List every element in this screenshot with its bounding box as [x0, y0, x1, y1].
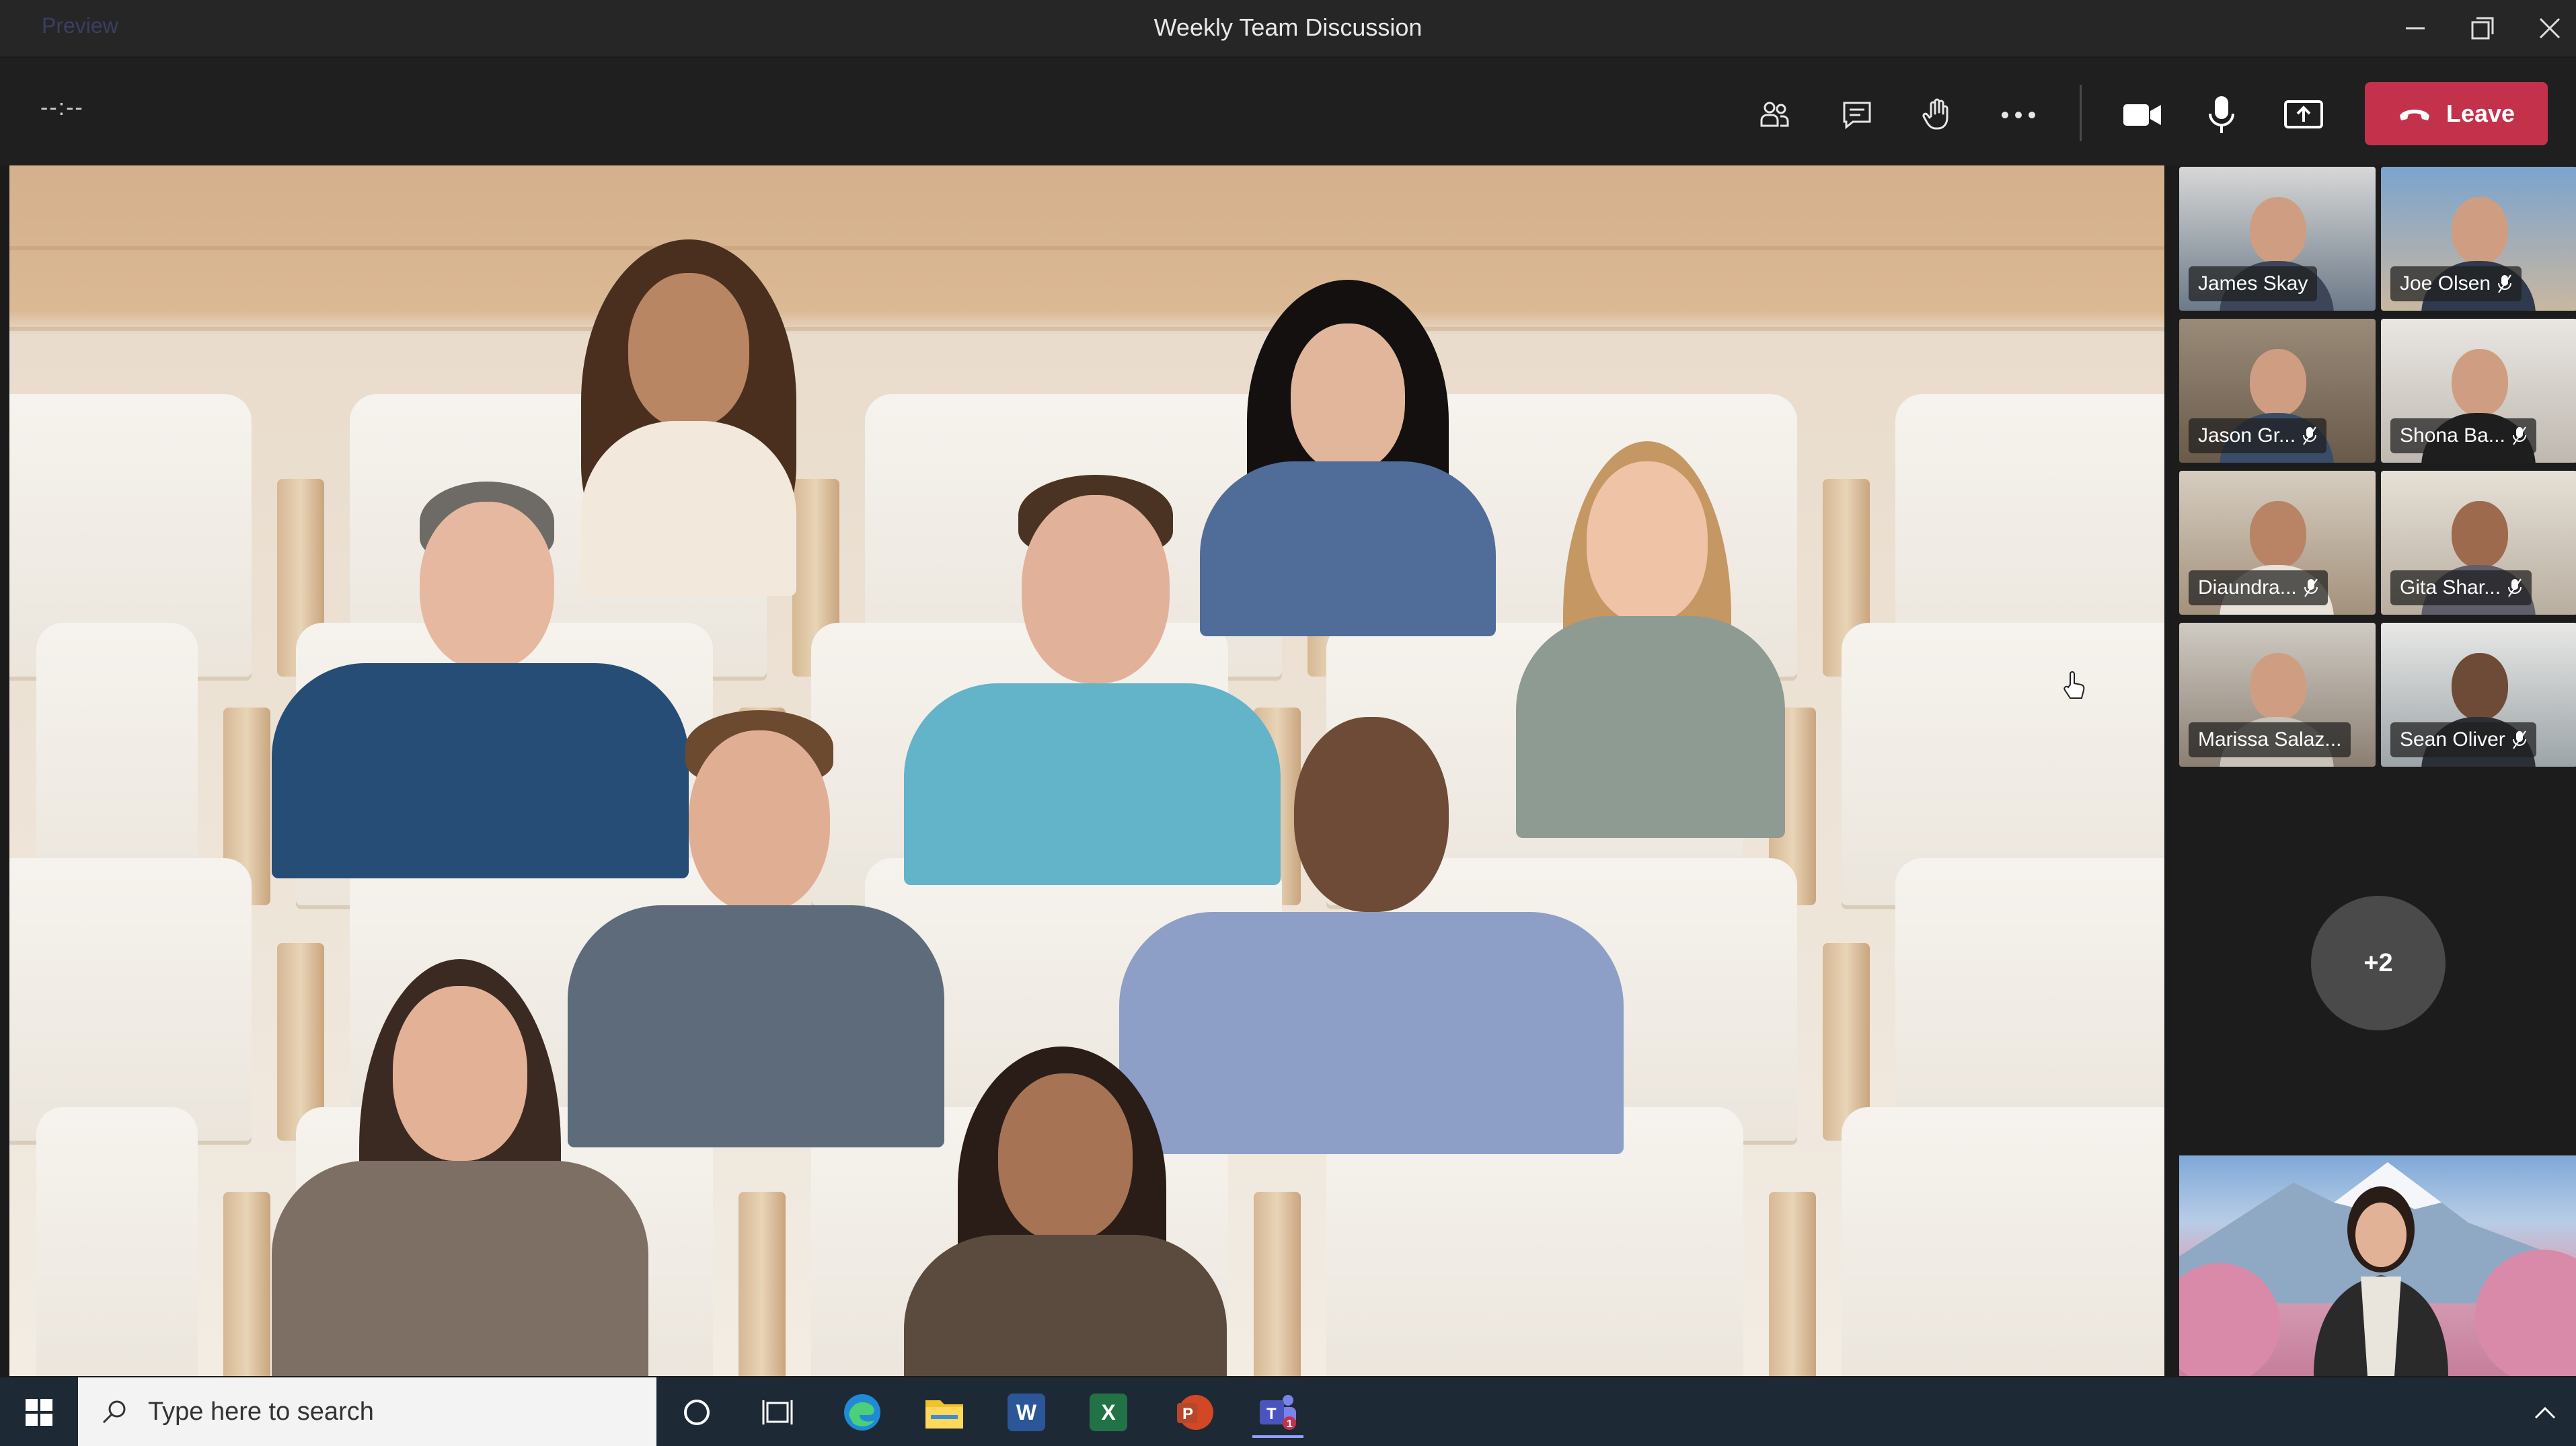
meeting-timer: --:-- [40, 95, 84, 120]
wall-stripe [9, 327, 2164, 331]
start-button[interactable] [13, 1387, 65, 1438]
raise-hand-button[interactable] [1906, 85, 1967, 145]
hand-icon [1922, 98, 1948, 130]
restore-icon [2471, 17, 2494, 40]
avatar [2452, 349, 2508, 416]
leave-button[interactable]: Leave [2365, 82, 2548, 145]
muted-mic-icon [2512, 730, 2526, 749]
hang-up-icon [2399, 110, 2429, 120]
minimize-icon [2406, 27, 2425, 30]
self-view-video[interactable] [2179, 1155, 2576, 1376]
participant-tile[interactable]: James Skay [2179, 167, 2376, 311]
title-bar: Preview Weekly Team Discussion [0, 0, 2576, 58]
participant-tile[interactable]: Diaundra... [2179, 471, 2376, 615]
wall-stripe [9, 246, 2164, 250]
cortana-button[interactable] [671, 1387, 722, 1438]
muted-mic-icon [2304, 578, 2318, 597]
teams-icon: T1 [1260, 1395, 1296, 1430]
avatar [2250, 197, 2306, 264]
show-hidden-icons-button[interactable] [2520, 1387, 2571, 1438]
restore-button[interactable] [2452, 7, 2513, 50]
task-view-button[interactable] [752, 1387, 803, 1438]
more-options-button[interactable] [1988, 85, 2049, 145]
share-screen-button[interactable] [2273, 85, 2334, 145]
word-icon: W [1008, 1394, 1045, 1431]
file-explorer-app[interactable] [919, 1387, 970, 1438]
powerpoint-app[interactable]: P [1169, 1387, 1220, 1438]
together-mode-stage [9, 165, 2164, 1376]
search-placeholder: Type here to search [148, 1397, 374, 1426]
word-app[interactable]: W [1001, 1387, 1052, 1438]
powerpoint-icon: P [1177, 1395, 1213, 1430]
participant-tile[interactable]: Gita Shar... [2381, 471, 2576, 615]
close-icon [2539, 17, 2561, 39]
meeting-toolbar: --:-- Leave [0, 58, 2576, 165]
svg-text:T: T [1266, 1405, 1277, 1423]
svg-text:P: P [1182, 1405, 1193, 1423]
participant-name-tag: Sean Oliver [2390, 722, 2536, 757]
participant-name-tag: Joe Olsen [2390, 266, 2522, 301]
participant-name-tag: Shona Ba... [2390, 418, 2536, 453]
leave-label: Leave [2446, 100, 2515, 127]
participants-button[interactable] [1745, 85, 1805, 145]
windows-taskbar: Type here to search W X P T1 [0, 1377, 2576, 1446]
participant-name-tag: James Skay [2189, 266, 2318, 301]
excel-icon: X [1090, 1394, 1127, 1431]
edge-icon [844, 1394, 880, 1431]
participant-tile[interactable]: Joe Olsen [2381, 167, 2576, 311]
more-icon [2002, 112, 2035, 118]
participant-tile[interactable]: Shona Ba... [2381, 319, 2576, 463]
avatar [2250, 653, 2306, 720]
participant-tile[interactable]: Jason Gr... [2179, 319, 2376, 463]
taskbar-search-box[interactable]: Type here to search [78, 1377, 656, 1446]
cortana-icon [684, 1400, 710, 1425]
camera-button[interactable] [2112, 85, 2172, 145]
chat-icon [1843, 102, 1871, 130]
muted-mic-icon [2508, 578, 2522, 597]
svg-text:1: 1 [1287, 1418, 1293, 1430]
windows-logo-icon [26, 1399, 52, 1426]
task-view-icon [762, 1400, 793, 1424]
share-screen-icon [2284, 100, 2323, 128]
microphone-button[interactable] [2191, 85, 2252, 145]
participant-tile[interactable]: Sean Oliver [2381, 623, 2576, 767]
people-icon [1760, 102, 1789, 127]
file-explorer-icon [925, 1400, 963, 1429]
avatar [2452, 197, 2508, 264]
chat-button[interactable] [1827, 85, 1887, 145]
participant-name-tag: Marissa Salaz... [2189, 722, 2351, 757]
close-button[interactable] [2520, 7, 2576, 50]
edge-app[interactable] [837, 1387, 888, 1438]
teams-app[interactable]: T1 [1252, 1387, 1303, 1438]
minimize-button[interactable] [2385, 7, 2446, 50]
excel-app[interactable]: X [1083, 1387, 1134, 1438]
chevron-up-icon [2534, 1406, 2556, 1419]
microphone-icon [2209, 96, 2234, 133]
window-title: Weekly Team Discussion [1153, 13, 1423, 41]
mountain-background [2179, 1162, 2576, 1376]
muted-mic-icon [2498, 274, 2512, 293]
more-participants-button[interactable]: +2 [2311, 896, 2446, 1030]
muted-mic-icon [2303, 426, 2317, 445]
participant-tile[interactable]: Marissa Salaz... [2179, 623, 2376, 767]
camera-icon [2123, 104, 2161, 126]
avatar [2250, 501, 2306, 568]
toolbar-divider [2080, 85, 2082, 141]
avatar [2452, 501, 2508, 568]
participant-name-tag: Diaundra... [2189, 570, 2328, 605]
participant-name-tag: Gita Shar... [2390, 570, 2532, 605]
muted-mic-icon [2512, 426, 2526, 445]
teams-meeting-window: Preview Weekly Team Discussion --:-- Lea… [0, 0, 2576, 1446]
avatar [2452, 653, 2508, 720]
participant-name-tag: Jason Gr... [2189, 418, 2327, 453]
search-icon [102, 1400, 126, 1424]
hand-cursor-icon [2063, 671, 2085, 699]
avatar [2250, 349, 2306, 416]
